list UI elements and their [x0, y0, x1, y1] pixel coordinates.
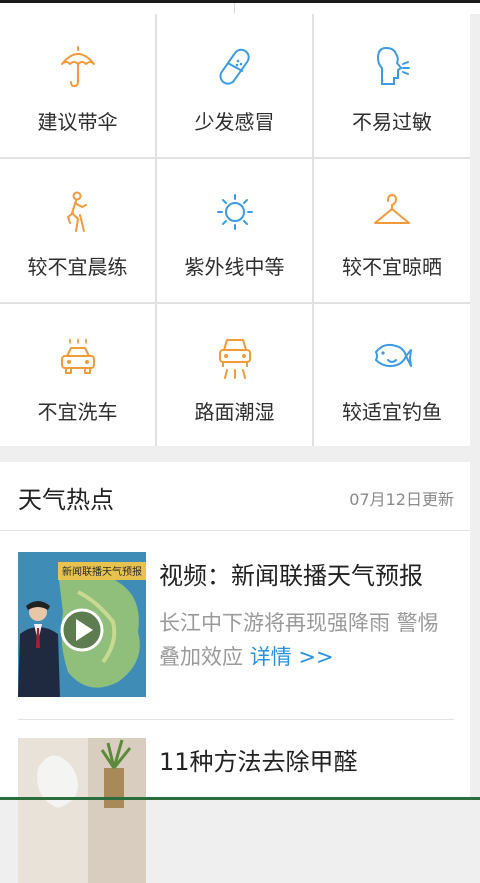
news-item[interactable]: 新闻联播天气预报 视频：新闻联播天气预报 长江中下游将再现强降雨 警惕叠加效应 … [18, 552, 454, 712]
divider [18, 719, 454, 720]
video-thumbnail-image: 新闻联播天气预报 [18, 552, 146, 697]
fish-icon [375, 343, 412, 367]
news-video-thumbnail[interactable]: 新闻联播天气预报 [18, 552, 146, 697]
index-cell-cold[interactable]: 少发感冒 [157, 14, 312, 157]
index-cell-road[interactable]: 路面潮湿 [157, 304, 312, 446]
index-cell-fishing[interactable]: 较适宜钓鱼 [314, 304, 470, 446]
details-link[interactable]: 详情 >> [250, 645, 334, 669]
top-tab-bar [0, 0, 480, 14]
section-title: 天气热点 [18, 486, 114, 514]
pill-icon [218, 48, 250, 85]
index-label: 少发感冒 [194, 110, 275, 134]
index-cell-umbrella[interactable]: 建议带伞 [0, 14, 155, 157]
running-icon [66, 191, 87, 232]
tab-divider [234, 3, 235, 14]
sneeze-icon [376, 46, 410, 85]
index-label: 较不宜晨练 [27, 255, 128, 279]
car-wash-icon [60, 338, 95, 374]
index-cell-uv[interactable]: 紫外线中等 [157, 159, 312, 302]
index-cell-carwash[interactable]: 不宜洗车 [0, 304, 155, 446]
wet-road-icon [218, 339, 251, 379]
news-description: 长江中下游将再现强降雨 警惕叠加效应 详情 >> [159, 606, 454, 674]
hanger-icon [374, 194, 410, 224]
index-cell-drying[interactable]: 较不宜晾晒 [314, 159, 470, 302]
umbrella-icon [60, 46, 95, 87]
thumbnail-image [18, 738, 146, 883]
update-date: 07月12日更新 [349, 490, 454, 509]
index-cell-allergy[interactable]: 不易过敏 [314, 14, 470, 157]
index-label: 不易过敏 [352, 110, 432, 134]
index-label: 建议带伞 [37, 110, 118, 134]
sun-icon [216, 194, 253, 230]
news-item[interactable]: 11种方法去除甲醛 [18, 738, 454, 883]
news-title: 视频：新闻联播天气预报 [159, 562, 423, 590]
index-label: 较适宜钓鱼 [342, 400, 442, 424]
weather-hot-section: 天气热点 07月12日更新 新闻联播天气预报 视频：新闻联播天气预报 长江中下游… [0, 462, 470, 883]
life-index-grid: 建议带伞 少发感冒 不易过敏 较不宜晨练 紫外线中等 较不宜晾晒 不宜洗车 路面… [0, 14, 470, 446]
index-label: 路面潮湿 [194, 400, 275, 424]
divider [0, 530, 470, 531]
news-title: 11种方法去除甲醛 [159, 748, 358, 776]
index-label: 紫外线中等 [184, 255, 285, 279]
index-cell-exercise[interactable]: 较不宜晨练 [0, 159, 155, 302]
thumb-caption: 新闻联播天气预报 [62, 565, 142, 578]
index-label: 较不宜晾晒 [342, 255, 442, 279]
room-plant-thumbnail[interactable] [18, 738, 146, 883]
top-border [0, 0, 480, 3]
index-label: 不宜洗车 [37, 400, 118, 424]
